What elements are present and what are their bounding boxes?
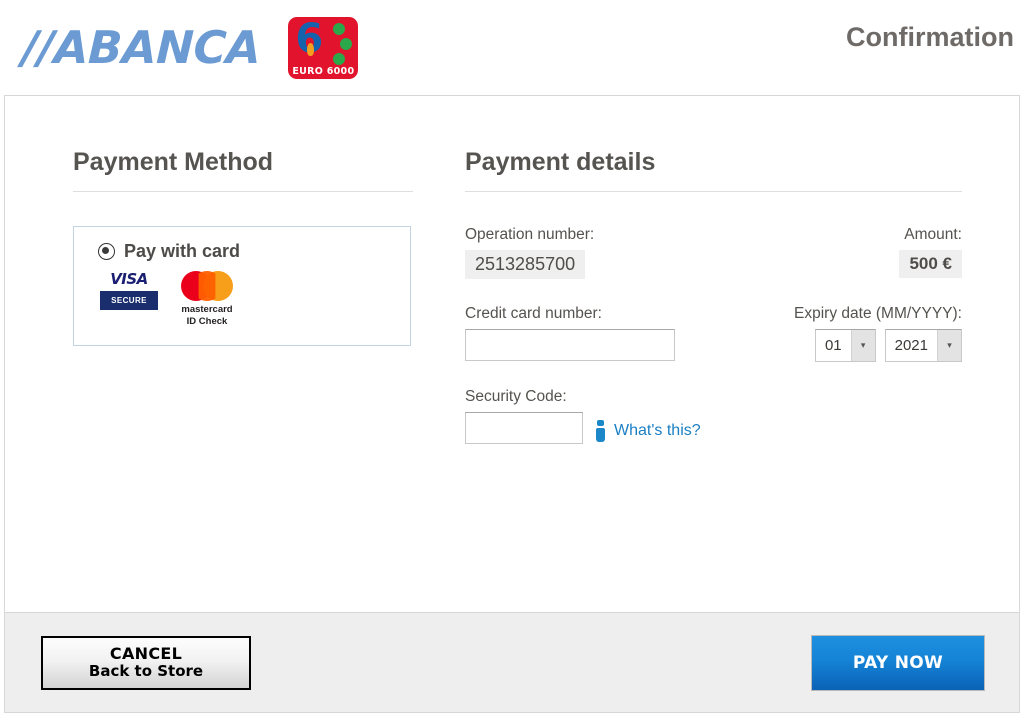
whats-this-link[interactable]: What's this? [595,419,701,442]
operation-number-value: 2513285700 [465,250,586,279]
card-brand-logos: VISA SECURE mastercard ID Check [98,271,410,328]
chevron-down-icon[interactable]: ▾ [850,330,875,361]
pay-now-button[interactable]: PAY NOW [811,634,985,691]
section-divider [73,191,413,192]
expiry-month-select[interactable]: 01 ▾ [814,329,876,362]
chevron-down-icon[interactable]: ▾ [937,330,961,361]
main-panel: Payment Method Pay with card VISA SECURE [4,95,1020,713]
pay-with-card-option[interactable]: Pay with card VISA SECURE mastercard ID … [73,226,411,346]
euro6000-logo: 6 EURO 6000 [288,16,359,79]
amount-field: Amount: 500 € [899,226,962,279]
payment-details-title: Payment details [465,148,656,176]
payment-details-section: Payment details Operation number: 251328… [413,148,1022,566]
security-code-field: Security Code: What's this? [465,388,962,444]
page-header: //ABANCA 6 EURO 6000 Confirmation [0,0,1024,95]
mastercard-label: mastercard [181,304,233,315]
section-divider [465,191,962,192]
card-expiry-row: Credit card number: Expiry date (MM/YYYY… [465,305,962,362]
visa-secure-badge: SECURE [100,290,158,310]
panel-body: Payment Method Pay with card VISA SECURE [5,96,1019,566]
cancel-button[interactable]: CANCEL Back to Store [41,635,251,690]
expiry-year-value: 2021 [894,337,928,354]
mastercard-idcheck-logo: mastercard ID Check [174,271,240,328]
idcheck-label: ID Check [186,315,228,327]
pay-with-card-radio[interactable] [98,243,115,260]
expiry-date-field: Expiry date (MM/YYYY): 01 ▾ 2021 ▾ [794,305,962,362]
security-code-row: What's this? [465,412,962,444]
credit-card-number-input[interactable] [465,329,675,361]
info-icon [595,419,607,442]
expiry-month-value: 01 [824,337,842,354]
expiry-date-label: Expiry date (MM/YYYY): [794,305,962,322]
pay-with-card-row[interactable]: Pay with card [98,241,410,262]
brand-logo: //ABANCA 6 EURO 6000 [21,16,359,79]
credit-card-number-label: Credit card number: [465,305,602,322]
mastercard-circles-icon [181,271,233,301]
euro6000-dot-icon [333,22,346,35]
footer-actions: CANCEL Back to Store PAY NOW [5,612,1019,712]
expiry-selects: 01 ▾ 2021 ▾ [794,329,962,362]
amount-label: Amount: [904,226,962,243]
euro6000-dot-icon [333,52,346,65]
visa-secure-logo: VISA SECURE [100,271,158,310]
euro6000-label: EURO 6000 [292,65,355,77]
page-title: Confirmation [846,22,1014,52]
visa-logo-text: VISA [110,270,148,288]
operation-number-field: Operation number: 2513285700 [465,226,594,279]
pay-with-card-label: Pay with card [124,241,241,261]
whats-this-text: What's this? [614,421,701,439]
operation-amount-row: Operation number: 2513285700 Amount: 500… [465,226,962,279]
payment-method-section: Payment Method Pay with card VISA SECURE [5,148,413,566]
euro6000-dot-icon [340,37,353,50]
abanca-wordmark: //ABANCA [21,21,262,74]
security-code-label: Security Code: [465,388,567,405]
payment-method-title: Payment Method [73,148,274,176]
cancel-button-title: CANCEL [109,643,183,663]
credit-card-number-field: Credit card number: [465,305,675,362]
security-code-input[interactable] [465,412,583,444]
expiry-year-select[interactable]: 2021 ▾ [884,329,962,362]
amount-value: 500 € [899,250,962,278]
operation-number-label: Operation number: [465,226,595,243]
cancel-button-subtitle: Back to Store [88,662,204,681]
